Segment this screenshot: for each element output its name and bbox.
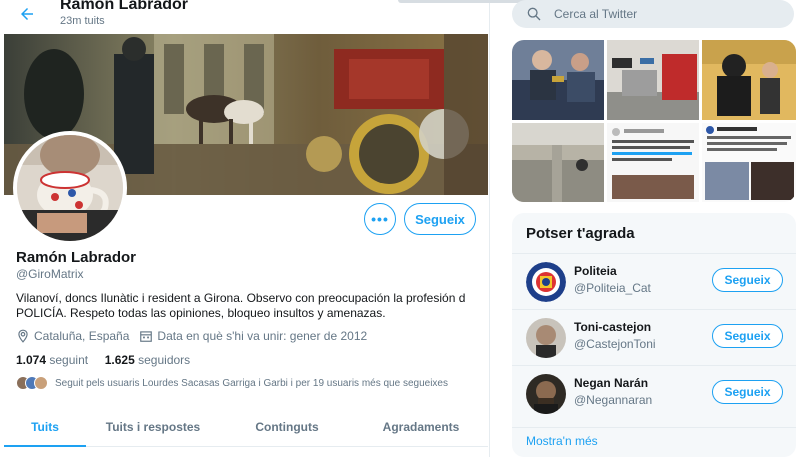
tab-tweets-and-replies[interactable]: Tuits i respostes (86, 407, 220, 446)
arrow-left-icon (21, 8, 33, 20)
profile-header-bar: Ramón Labrador 23m tuits (0, 0, 489, 34)
profile-column: Ramón Labrador 23m tuits ••• Segueix Ram… (0, 0, 490, 457)
suggestion-avatar (526, 374, 566, 414)
media-thumb-1 (512, 40, 604, 120)
suggestion-avatar (526, 262, 566, 302)
search-input[interactable] (554, 7, 754, 21)
more-options-button[interactable]: ••• (364, 203, 396, 235)
media-thumb-4 (512, 123, 604, 202)
location-pin-icon (16, 329, 30, 343)
suggestion-name[interactable]: Politeia (574, 264, 617, 278)
back-button[interactable] (14, 1, 40, 27)
profile-avatar[interactable] (13, 131, 127, 245)
following-link[interactable]: 1.074 seguint (16, 353, 88, 367)
media-thumb-6 (702, 123, 796, 202)
who-to-follow-title: Potser t'agrada (526, 225, 635, 242)
mini-avatar (34, 376, 48, 390)
media-thumb-3 (702, 40, 796, 120)
profile-location: Cataluña, España (34, 329, 130, 343)
suggestion-handle: @Politeia_Cat (574, 281, 651, 295)
suggestion-item[interactable]: Toni-castejon @CastejonToni Segueix (512, 309, 796, 365)
bio-line-2: POLICÍA. Respeto todas las opiniones, bl… (16, 306, 386, 320)
profile-meta: Cataluña, España Data en què s'hi va uni… (16, 329, 367, 343)
suggestion-item[interactable]: Politeia @Politeia_Cat Segueix (512, 253, 796, 309)
profile-bio: Vilanoví, doncs Ilunàtic i resident a Gi… (16, 291, 470, 321)
profile-stats: 1.074 seguint 1.625 seguidors (16, 353, 190, 367)
show-more-link[interactable]: Mostra'n més (512, 427, 796, 457)
media-grid[interactable] (512, 40, 796, 202)
media-thumb-5 (607, 123, 699, 202)
header-tweet-count: 23m tuits (60, 15, 105, 27)
tab-likes[interactable]: Agradaments (354, 407, 488, 446)
suggestion-follow-button[interactable]: Segueix (712, 380, 783, 404)
who-to-follow-panel: Potser t'agrada Politeia @Politeia_Cat S… (512, 213, 796, 457)
suggestion-follow-button[interactable]: Segueix (712, 268, 783, 292)
followers-count: 1.625 (104, 353, 135, 367)
profile-handle: @GiroMatrix (16, 267, 84, 281)
followed-by-avatars (16, 376, 48, 390)
profile-tabs: Tuits Tuits i respostes Continguts Agrad… (4, 407, 488, 447)
calendar-icon (139, 329, 153, 343)
profile-name: Ramón Labrador (16, 249, 137, 266)
suggestion-name[interactable]: Toni-castejon (574, 320, 651, 334)
suggestion-handle: @CastejonToni (574, 337, 656, 351)
search-box[interactable] (512, 0, 794, 28)
following-count: 1.074 (16, 353, 47, 367)
followed-by[interactable]: Seguit pels usuaris Lourdes Sacasas Garr… (16, 376, 448, 390)
suggestion-name[interactable]: Negan Narán (574, 376, 648, 390)
avatar-image (17, 135, 123, 241)
tab-tweets[interactable]: Tuits (4, 407, 86, 447)
followers-link[interactable]: 1.625 seguidors (105, 353, 190, 367)
media-thumb-2 (607, 40, 699, 120)
suggestion-avatar (526, 318, 566, 358)
following-label: seguint (49, 353, 89, 367)
search-icon (526, 6, 542, 22)
tab-media[interactable]: Continguts (220, 407, 354, 446)
suggestion-item[interactable]: Negan Narán @Negannaran Segueix (512, 365, 796, 421)
followers-label: seguidors (138, 353, 191, 367)
profile-joined: Data en què s'hi va unir: gener de 2012 (157, 329, 368, 343)
followed-by-text: Seguit pels usuaris Lourdes Sacasas Garr… (55, 377, 448, 389)
follow-button[interactable]: Segueix (404, 203, 476, 235)
suggestion-follow-button[interactable]: Segueix (712, 324, 783, 348)
suggestion-handle: @Negannaran (574, 393, 653, 407)
header-name: Ramón Labrador (60, 0, 189, 13)
media-thumbnails (512, 40, 796, 202)
bio-line-1: Vilanoví, doncs Ilunàtic i resident a Gi… (16, 291, 466, 305)
